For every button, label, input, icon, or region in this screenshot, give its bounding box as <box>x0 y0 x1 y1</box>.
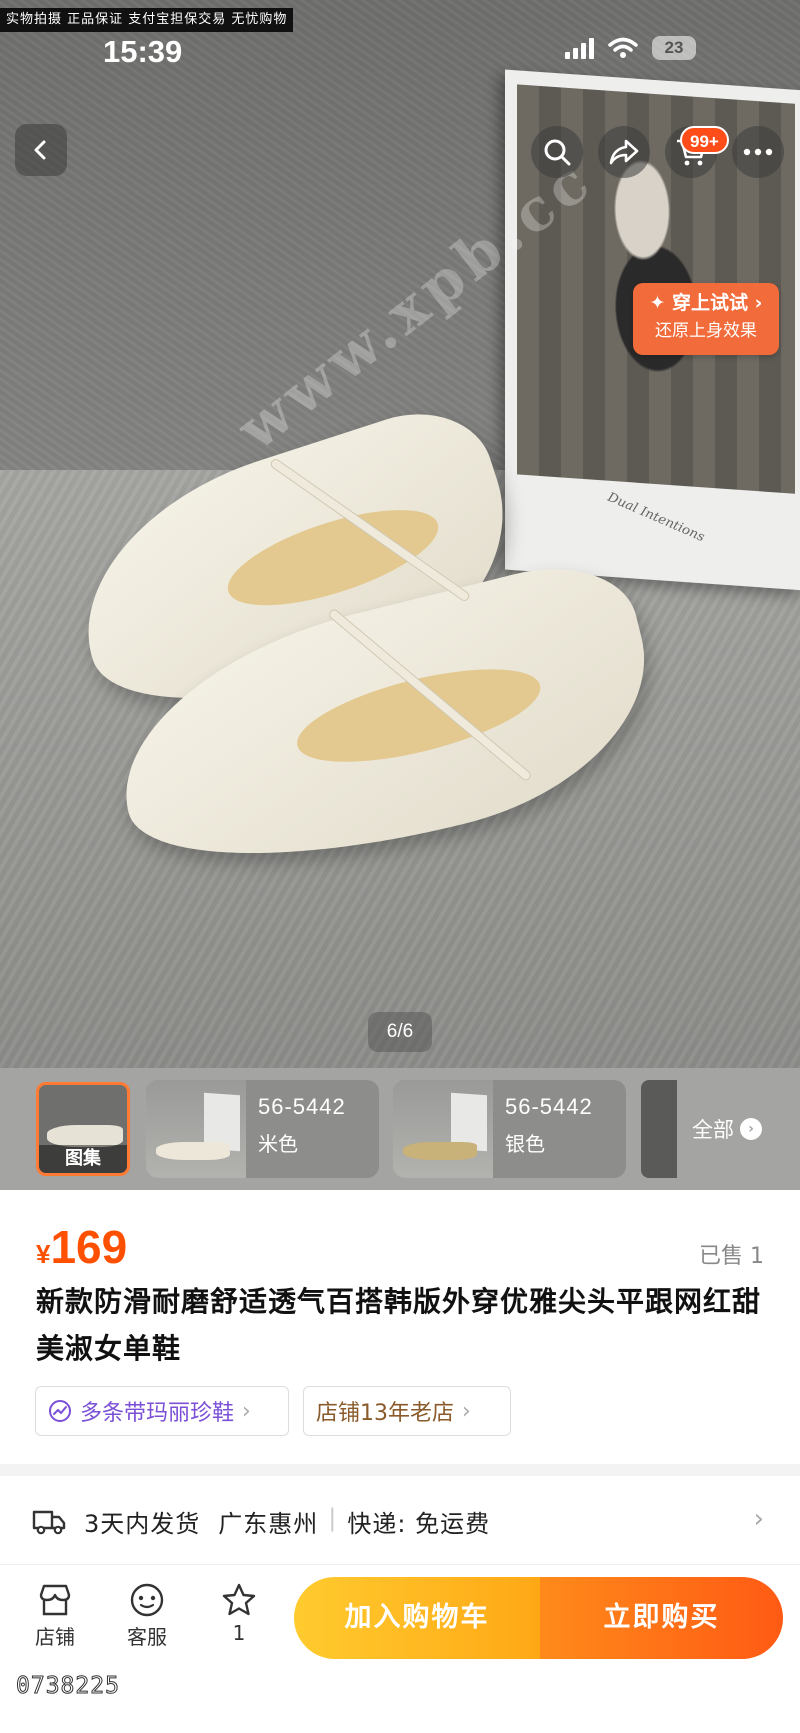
all-variants-button[interactable]: 全部 › <box>692 1114 762 1144</box>
tag-category[interactable]: 多条带玛丽珍鞋 › <box>35 1386 289 1436</box>
wifi-icon <box>608 37 638 58</box>
variant-thumbnail-beige[interactable]: 56-5442 米色 <box>146 1080 379 1178</box>
variant-image <box>146 1080 246 1178</box>
chevron-right-icon: › <box>462 1398 471 1424</box>
search-button[interactable] <box>531 126 583 178</box>
store-icon <box>39 1584 71 1616</box>
thumbnail-image <box>47 1125 123 1147</box>
chevron-left-icon <box>34 140 46 160</box>
bottom-action-bar: 店铺 客服 1 加入购物车 立即购买 <box>0 1564 800 1733</box>
variant-image <box>393 1080 493 1178</box>
shipping-express: 快递: 免运费 <box>347 1510 491 1538</box>
price-currency: ¥ <box>36 1239 51 1269</box>
battery-indicator: 23 <box>652 36 696 60</box>
favorite-count: 1 <box>232 1621 246 1645</box>
variant-code: 56-5442 <box>258 1094 346 1119</box>
add-to-cart-button[interactable]: 加入购物车 <box>294 1577 540 1659</box>
all-variants-label: 全部 <box>692 1118 734 1142</box>
gallery-thumbnail[interactable]: 图集 <box>36 1082 130 1176</box>
section-divider <box>0 1464 800 1476</box>
shipping-delivery: 3天内发货 <box>84 1510 201 1538</box>
tag-store-age-label: 店铺13年老店 <box>316 1401 454 1426</box>
share-button[interactable] <box>598 126 650 178</box>
more-button[interactable] <box>732 126 784 178</box>
status-time: 15:39 <box>103 34 183 69</box>
chevron-right-icon: › <box>242 1398 251 1424</box>
chevron-right-icon: › <box>753 1504 764 1534</box>
try-on-button[interactable]: ✦ 穿上试试 › 还原上身效果 <box>633 283 779 355</box>
product-title: 新款防滑耐磨舒适透气百搭韩版外穿优雅尖头平跟网红甜美淑女单鞋 <box>36 1285 762 1365</box>
variant-thumbnail-silver[interactable]: 56-5442 银色 <box>393 1080 626 1178</box>
chevron-right-icon: › <box>740 1118 762 1140</box>
share-icon <box>609 139 639 165</box>
trend-icon <box>49 1400 71 1422</box>
cart-count-badge: 99+ <box>680 126 729 154</box>
price-value: 169 <box>50 1221 128 1273</box>
shipping-location: 广东惠州 <box>218 1510 319 1538</box>
gallery-label: 图集 <box>39 1145 127 1173</box>
image-counter: 6/6 <box>368 1012 432 1052</box>
search-icon <box>544 139 571 166</box>
try-on-title: ✦ 穿上试试 › <box>649 292 763 314</box>
buy-now-button[interactable]: 立即购买 <box>540 1577 783 1659</box>
more-icon <box>743 148 773 156</box>
try-on-subtitle: 还原上身效果 <box>655 321 757 341</box>
promo-banner: 实物拍摄 正品保证 支付宝担保交易 无忧购物 <box>0 8 294 32</box>
variant-code: 56-5442 <box>505 1094 593 1119</box>
status-icons: 23 <box>565 36 696 60</box>
variant-thumbnail-partial[interactable] <box>641 1080 677 1178</box>
book-caption: Dual Intentions <box>605 489 707 546</box>
price: ¥169 <box>36 1220 127 1274</box>
star-icon <box>222 1583 256 1616</box>
chat-face-icon <box>130 1583 164 1617</box>
customer-service-label: 客服 <box>127 1625 167 1649</box>
image-id: 0738225 <box>16 1673 120 1700</box>
store-label: 店铺 <box>35 1625 75 1649</box>
signal-icon <box>565 37 594 59</box>
sold-count: 已售 1 <box>699 1244 764 1269</box>
shipping-text: 3天内发货 广东惠州 | 快递: 免运费 <box>84 1504 491 1538</box>
shipping-row[interactable]: 3天内发货 广东惠州 | 快递: 免运费 › <box>0 1476 800 1564</box>
tag-category-label: 多条带玛丽珍鞋 <box>80 1401 235 1426</box>
product-info-card: ¥169 已售 1 新款防滑耐磨舒适透气百搭韩版外穿优雅尖头平跟网红甜美淑女单鞋… <box>0 1190 800 1464</box>
truck-icon <box>32 1510 66 1535</box>
variant-color: 银色 <box>505 1132 545 1156</box>
back-button[interactable] <box>15 124 67 176</box>
customer-service-button[interactable]: 客服 <box>107 1579 187 1650</box>
thumbnail-strip: 图集 56-5442 米色 56-5442 银色 全部 › <box>0 1068 800 1190</box>
variant-color: 米色 <box>258 1132 298 1156</box>
tag-store-age[interactable]: 店铺13年老店 › <box>303 1386 511 1436</box>
favorite-button[interactable]: 1 <box>199 1579 279 1645</box>
store-button[interactable]: 店铺 <box>15 1579 95 1650</box>
